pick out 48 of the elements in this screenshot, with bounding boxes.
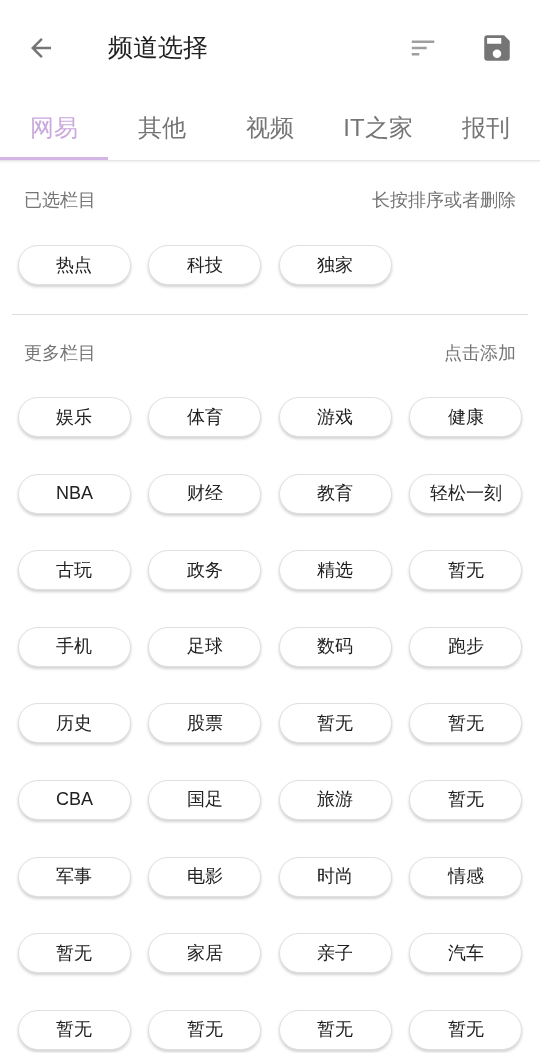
section-hint: 点击添加 (444, 341, 516, 365)
channel-chip[interactable]: 古玩 (18, 550, 131, 591)
section-title: 更多栏目 (24, 341, 96, 365)
tab[interactable]: 视频 (216, 95, 324, 160)
channel-chip[interactable]: 暂无 (409, 1009, 522, 1050)
channel-chip[interactable]: 家居 (148, 933, 262, 974)
channel-chip[interactable]: 跑步 (409, 626, 522, 667)
tab[interactable]: IT之家 (324, 95, 432, 160)
channel-chip[interactable]: 足球 (148, 626, 262, 667)
channel-chip[interactable]: 汽车 (409, 933, 522, 974)
channel-chip[interactable]: 手机 (18, 626, 131, 667)
tab[interactable]: 报刊 (432, 95, 540, 160)
channel-chip[interactable]: NBA (18, 473, 131, 514)
page-title: 频道选择 (108, 31, 208, 63)
channel-chip[interactable]: 军事 (18, 856, 131, 897)
channel-chip[interactable]: 政务 (148, 550, 262, 591)
channel-chip[interactable]: 暂无 (18, 933, 131, 974)
channel-chip[interactable]: 暂无 (409, 703, 522, 744)
channel-chip[interactable]: 时尚 (278, 856, 392, 897)
channel-chip[interactable]: 体育 (148, 397, 262, 437)
channel-chip[interactable]: 独家 (278, 245, 392, 285)
channel-chip[interactable]: CBA (18, 779, 131, 820)
channel-chip[interactable]: 股票 (148, 703, 262, 744)
channel-chip[interactable]: 轻松一刻 (409, 473, 522, 514)
section-title: 已选栏目 (24, 188, 96, 212)
channel-chip[interactable]: 科技 (148, 245, 262, 285)
channel-chip[interactable]: 电影 (148, 856, 262, 897)
channel-chip[interactable]: 暂无 (148, 1009, 262, 1050)
channel-chip[interactable]: 娱乐 (18, 397, 131, 437)
channel-chip[interactable]: 亲子 (278, 933, 392, 974)
tab[interactable]: 其他 (108, 95, 216, 160)
channel-chip[interactable]: 暂无 (409, 779, 522, 820)
channel-chip[interactable]: 教育 (278, 473, 392, 514)
channel-chip[interactable]: 旅游 (278, 779, 392, 820)
channel-chip[interactable]: 数码 (278, 626, 392, 667)
channel-chip[interactable]: 暂无 (409, 550, 522, 591)
channel-chip[interactable]: 暂无 (18, 1009, 131, 1050)
channel-chip[interactable]: 热点 (18, 245, 131, 285)
channel-chip[interactable]: 暂无 (278, 1009, 392, 1050)
channel-chip[interactable]: 游戏 (278, 397, 392, 437)
channel-chip[interactable]: 健康 (409, 397, 522, 437)
channel-chip[interactable]: 历史 (18, 703, 131, 744)
channel-chip[interactable]: 情感 (409, 856, 522, 897)
channel-chip[interactable]: 财经 (148, 473, 262, 514)
channel-chip[interactable]: 精选 (278, 550, 392, 591)
channel-chip[interactable]: 暂无 (278, 703, 392, 744)
section-hint: 长按排序或者删除 (372, 188, 516, 212)
channel-chip[interactable]: 国足 (148, 779, 262, 820)
